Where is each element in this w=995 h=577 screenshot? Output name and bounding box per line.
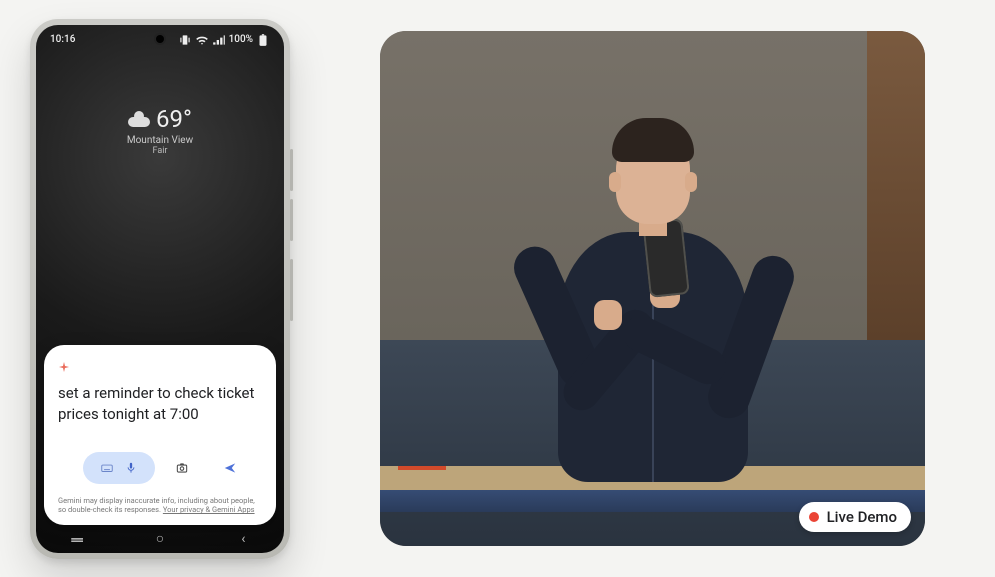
assistant-input-row — [58, 452, 262, 484]
volume-up-button[interactable] — [290, 149, 293, 191]
status-battery: 100% — [229, 34, 253, 45]
weather-widget[interactable]: 69° Mountain View Fair — [36, 105, 284, 156]
cloud-icon — [128, 111, 150, 127]
jacket-zipper — [652, 282, 654, 482]
battery-icon — [256, 33, 270, 47]
video-accent-mark — [398, 466, 446, 470]
presenter-ear — [609, 172, 621, 192]
vibrate-icon — [178, 33, 192, 47]
keyboard-icon[interactable] — [100, 461, 114, 475]
live-demo-badge: Live Demo — [799, 502, 911, 532]
status-right-cluster: 100% — [178, 33, 270, 47]
status-time: 10:16 — [50, 34, 75, 45]
android-nav-bar: ||| ○ ‹ — [36, 529, 284, 549]
volume-down-button[interactable] — [290, 199, 293, 241]
signal-icon — [212, 33, 226, 47]
nav-back-button[interactable]: ‹ — [241, 531, 245, 547]
voice-input-pill[interactable] — [83, 452, 155, 484]
presenter-left-hand — [594, 300, 622, 330]
assistant-prompt-text: set a reminder to check ticket prices to… — [58, 383, 262, 424]
live-demo-label: Live Demo — [827, 508, 897, 526]
weather-condition: Fair — [36, 146, 284, 156]
presenter-ear — [685, 172, 697, 192]
weather-temperature: 69° — [156, 105, 192, 133]
power-button[interactable] — [290, 259, 293, 321]
wifi-icon — [195, 33, 209, 47]
live-demo-video-panel: Live Demo — [380, 31, 925, 546]
presenter-figure — [528, 82, 778, 482]
disclaimer-link[interactable]: Your privacy & Gemini Apps — [163, 505, 255, 514]
nav-home-button[interactable]: ○ — [156, 530, 164, 547]
send-icon[interactable] — [223, 461, 237, 475]
status-bar: 10:16 100% — [36, 31, 284, 49]
phone-device-frame: 10:16 100% 69° Mountain View Fair — [30, 19, 290, 559]
weather-location: Mountain View — [36, 135, 284, 146]
presentation-stage: 10:16 100% 69° Mountain View Fair — [0, 0, 995, 577]
microphone-icon[interactable] — [124, 461, 138, 475]
sparkle-icon — [58, 361, 70, 373]
nav-recents-button[interactable]: ||| — [69, 536, 85, 540]
assistant-disclaimer: Gemini may display inaccurate info, incl… — [58, 496, 262, 515]
assistant-card: set a reminder to check ticket prices to… — [44, 345, 276, 524]
record-dot-icon — [809, 512, 819, 522]
camera-icon[interactable] — [175, 461, 189, 475]
presenter-hair — [612, 118, 694, 162]
phone-screen: 10:16 100% 69° Mountain View Fair — [36, 25, 284, 553]
video-background-wood — [867, 31, 925, 340]
